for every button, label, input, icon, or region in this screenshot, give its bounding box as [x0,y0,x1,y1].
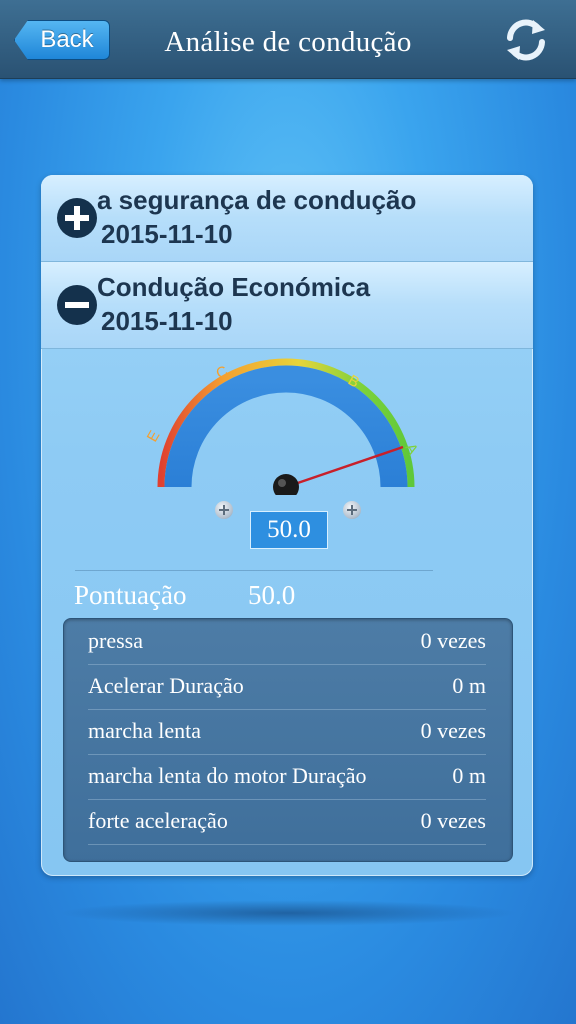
stat-row: marcha lenta 0 vezes [88,709,486,755]
stat-row: marcha lenta do motor Duração 0 m [88,754,486,800]
gauge-value-display: 50.0 [250,511,328,549]
score-label: Pontuação [74,580,187,610]
stat-label: marcha lenta [88,718,201,743]
analysis-card: a segurança de condução 2015-11-10 Condu… [41,175,533,876]
screw-left-icon [215,501,233,519]
section-safety-row[interactable]: a segurança de condução 2015-11-10 [41,175,533,262]
stats-panel: pressa 0 vezes Acelerar Duração 0 m marc… [63,618,513,862]
section-economy-date: 2015-11-10 [101,306,233,336]
score-value: 50.0 [248,580,296,610]
stat-value: 0 vezes [420,718,486,743]
stat-row: pressa 0 vezes [88,619,486,665]
stat-value: 0 vezes [420,628,486,653]
card-shadow [58,900,518,926]
stat-value: 0 m [452,673,486,698]
gauge-hub [273,474,299,495]
refresh-icon[interactable] [500,14,552,66]
screw-right-icon [343,501,361,519]
section-economy-title: Condução Económica [97,272,371,302]
page-title: Análise de condução [164,26,412,58]
stat-value: 0 vezes [420,808,486,833]
grade-e-label: E [144,428,164,445]
section-safety-title: a segurança de condução [97,185,417,215]
stat-label: Acelerar Duração [88,673,244,698]
section-economy-row[interactable]: Condução Económica 2015-11-10 [41,262,533,349]
plus-circle-icon[interactable] [57,198,97,238]
stat-row: Acelerar Duração 0 m [88,664,486,710]
back-button[interactable]: Back [14,20,110,60]
stat-label: pressa [88,628,143,653]
divider [75,570,433,571]
stat-label: forte aceleração [88,808,228,833]
section-safety-date: 2015-11-10 [101,219,233,249]
top-bar: Back Análise de condução [0,0,576,79]
stat-row: forte aceleração 0 vezes [88,799,486,845]
stat-value: 0 m [452,763,486,788]
score-gauge: E C B A [144,358,421,495]
minus-circle-icon[interactable] [57,285,97,325]
back-button-label: Back [40,26,94,53]
stat-label: marcha lenta do motor Duração [88,763,367,788]
